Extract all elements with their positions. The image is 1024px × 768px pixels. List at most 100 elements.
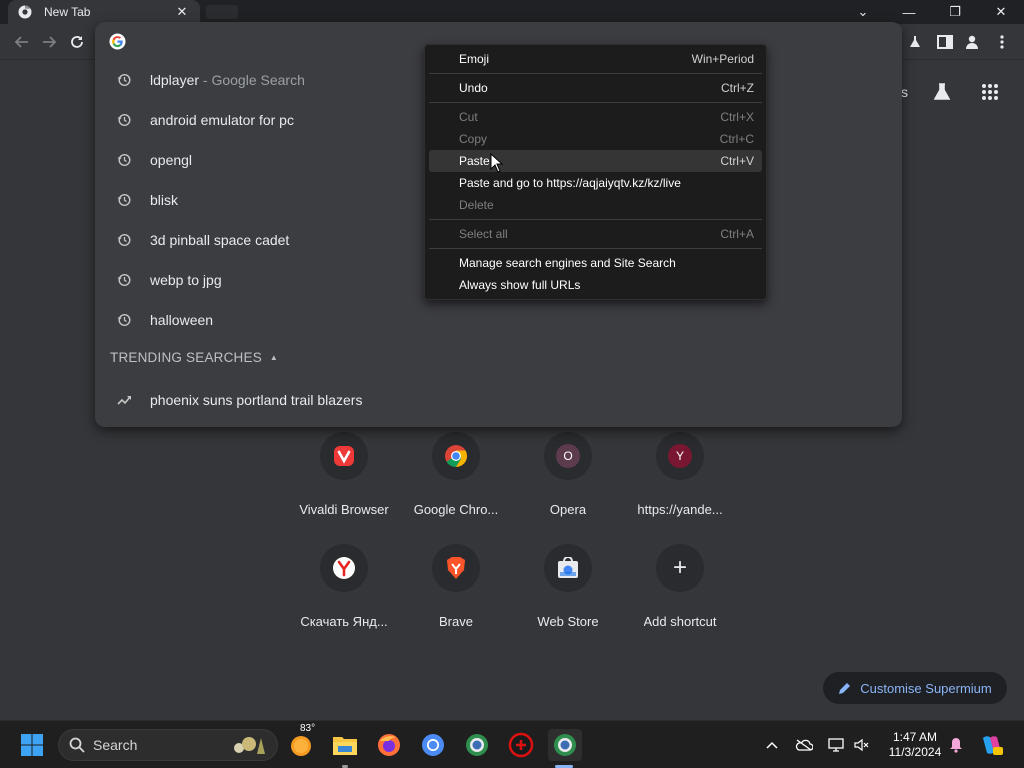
- shortcut-yandex[interactable]: Y https://yande...: [624, 428, 736, 528]
- menu-item-label: Delete: [459, 198, 494, 212]
- suggestion-row[interactable]: halloween: [95, 300, 902, 340]
- history-icon: [116, 192, 132, 208]
- vivaldi-icon: [320, 432, 368, 480]
- labs-flask-icon[interactable]: [930, 80, 954, 104]
- copilot-icon[interactable]: [978, 735, 1006, 755]
- supermium-icon[interactable]: [461, 729, 493, 761]
- close-window-button[interactable]: ✕: [978, 0, 1024, 24]
- red-app-icon[interactable]: [505, 729, 537, 761]
- search-highlight-icon: [227, 734, 269, 761]
- ntp-partial-text: s: [901, 84, 908, 100]
- windows-start-icon[interactable]: [16, 729, 48, 761]
- shortcut-label: Google Chro...: [413, 502, 499, 517]
- tab-close-icon[interactable]: ✕: [174, 4, 190, 20]
- shortcut-label: https://yande...: [637, 502, 723, 517]
- trending-header[interactable]: TRENDING SEARCHES ▲: [110, 350, 278, 365]
- menu-item-label: Paste and go to https://aqjaiyqtv.kz/kz/…: [459, 176, 681, 190]
- shortcut-label: Web Store: [537, 614, 599, 629]
- more-menu-icon[interactable]: [992, 32, 1012, 52]
- menu-item-select-all[interactable]: Select all Ctrl+A: [429, 223, 762, 245]
- caret-up-icon: ▲: [269, 353, 279, 362]
- shortcut-label: Opera: [549, 502, 587, 517]
- shortcut-vivaldi[interactable]: Vivaldi Browser: [288, 428, 400, 528]
- history-icon: [116, 112, 132, 128]
- new-tab-button[interactable]: [206, 5, 238, 19]
- clock-date: 11/3/2024: [888, 745, 942, 759]
- history-icon: [116, 152, 132, 168]
- yandex-browser-icon: [320, 544, 368, 592]
- shortcut-label: Brave: [439, 614, 473, 629]
- suggestion-text: halloween: [150, 312, 214, 328]
- tab-search-dropdown-icon[interactable]: ⌄: [840, 0, 886, 24]
- menu-item-emoji[interactable]: Emoji Win+Period: [429, 48, 762, 70]
- suggestion-text: 3d pinball space cadet: [150, 232, 290, 248]
- minimize-button[interactable]: —: [886, 0, 932, 24]
- clock-time: 1:47 AM: [892, 730, 938, 744]
- chevron-up-icon[interactable]: [762, 735, 782, 755]
- history-icon: [116, 72, 132, 88]
- mouse-cursor-icon: [490, 152, 504, 173]
- labs-icon[interactable]: [905, 32, 925, 52]
- menu-item-delete[interactable]: Delete: [429, 194, 762, 216]
- taskbar-search-placeholder: Search: [93, 737, 138, 753]
- notification-bell-icon[interactable]: [946, 735, 966, 755]
- display-icon[interactable]: [826, 735, 846, 755]
- file-explorer-icon[interactable]: [329, 729, 361, 761]
- menu-item-always-show-full-urls[interactable]: Always show full URLs: [429, 274, 762, 296]
- suggestion-text: android emulator for pc: [150, 112, 294, 128]
- shortcut-label: Add shortcut: [643, 614, 717, 629]
- supermium-active-icon[interactable]: [548, 729, 582, 761]
- side-panel-icon[interactable]: [935, 32, 955, 52]
- customise-button[interactable]: Customise Supermium: [823, 672, 1007, 704]
- reload-icon[interactable]: [65, 30, 89, 54]
- menu-item-paste-and-go[interactable]: Paste and go to https://aqjaiyqtv.kz/kz/…: [429, 172, 762, 194]
- shortcut-label: Vivaldi Browser: [299, 502, 389, 517]
- back-icon[interactable]: [10, 30, 34, 54]
- history-icon: [116, 312, 132, 328]
- menu-item-label: Cut: [459, 110, 478, 124]
- chromium-icon[interactable]: [417, 729, 449, 761]
- chrome-icon: [432, 432, 480, 480]
- menu-item-label: Always show full URLs: [459, 278, 581, 292]
- shortcut-google-chrome[interactable]: Google Chro...: [400, 428, 512, 528]
- plus-icon: +: [656, 544, 704, 592]
- trending-icon: [116, 392, 132, 408]
- menu-separator: [429, 219, 762, 220]
- menu-separator: [429, 248, 762, 249]
- apps-grid-icon[interactable]: [978, 80, 1002, 104]
- trending-header-label: TRENDING SEARCHES: [110, 350, 262, 365]
- shortcut-opera[interactable]: O Opera: [512, 428, 624, 528]
- menu-item-cut[interactable]: Cut Ctrl+X: [429, 106, 762, 128]
- taskbar-search[interactable]: Search: [58, 729, 278, 761]
- shortcut-web-store[interactable]: Web Store: [512, 540, 624, 640]
- menu-separator: [429, 73, 762, 74]
- menu-item-copy[interactable]: Copy Ctrl+C: [429, 128, 762, 150]
- profile-icon[interactable]: [962, 32, 982, 52]
- suggestion-subtext: - Google Search: [199, 72, 305, 88]
- forward-icon[interactable]: [37, 30, 61, 54]
- brave-icon: [432, 544, 480, 592]
- yandex-icon: Y: [656, 432, 704, 480]
- chrome-icon: [18, 5, 32, 19]
- firefox-icon[interactable]: [373, 729, 405, 761]
- trending-row[interactable]: phoenix suns portland trail blazers: [95, 380, 902, 420]
- web-store-icon: [544, 544, 592, 592]
- taskbar-clock[interactable]: 1:47 AM 11/3/2024: [884, 730, 946, 760]
- menu-item-label: Undo: [459, 81, 488, 95]
- context-menu: Emoji Win+Period Undo Ctrl+Z Cut Ctrl+X …: [424, 44, 767, 300]
- restore-button[interactable]: ❐: [932, 0, 978, 24]
- add-shortcut-button[interactable]: + Add shortcut: [624, 540, 736, 640]
- menu-item-undo[interactable]: Undo Ctrl+Z: [429, 77, 762, 99]
- weather-temp: 83°: [300, 723, 316, 734]
- shortcut-brave[interactable]: Brave: [400, 540, 512, 640]
- trending-text: phoenix suns portland trail blazers: [150, 392, 363, 408]
- omnibox-input[interactable]: [135, 30, 455, 52]
- volume-mute-icon[interactable]: [852, 735, 872, 755]
- customise-label: Customise Supermium: [860, 680, 992, 696]
- menu-item-manage-search-engines[interactable]: Manage search engines and Site Search: [429, 252, 762, 274]
- onedrive-off-icon[interactable]: [794, 735, 814, 755]
- menu-item-shortcut: Ctrl+V: [720, 154, 754, 168]
- tab-new-tab[interactable]: New Tab ✕: [8, 0, 200, 24]
- shortcut-yandex-browser[interactable]: Скачать Янд...: [288, 540, 400, 640]
- menu-item-paste[interactable]: Paste Ctrl+V: [429, 150, 762, 172]
